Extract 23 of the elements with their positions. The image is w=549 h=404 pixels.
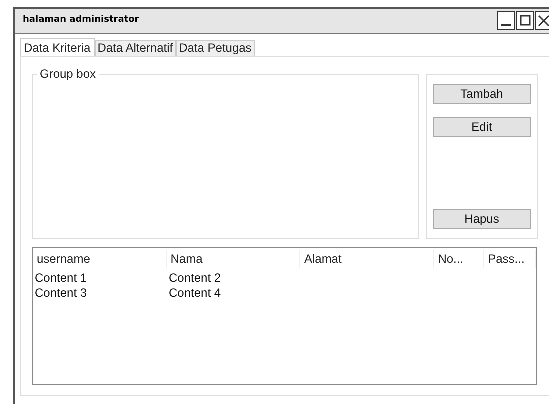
table-cell-text: Content 4 bbox=[168, 284, 222, 302]
table-cell-text: Content 1 bbox=[34, 270, 88, 286]
column-header[interactable]: Nama bbox=[166, 250, 300, 268]
column-header[interactable]: Alamat bbox=[300, 250, 434, 268]
column-header[interactable]: username bbox=[33, 250, 167, 268]
tab[interactable]: Data Kriteria bbox=[20, 38, 95, 56]
action-button[interactable]: Tambah bbox=[433, 84, 531, 104]
minimize-button[interactable] bbox=[497, 11, 515, 30]
tab[interactable]: Data Petugas bbox=[176, 40, 255, 56]
table-cell-text: Content 2 bbox=[168, 270, 222, 286]
group-box-title: Group box bbox=[37, 67, 100, 81]
action-button[interactable]: Edit bbox=[433, 117, 531, 137]
maximize-icon bbox=[520, 15, 530, 26]
tab[interactable]: Data Alternatif bbox=[94, 40, 176, 56]
close-button[interactable] bbox=[535, 11, 549, 30]
window-title: halaman administrator bbox=[23, 14, 140, 28]
maximize-button[interactable] bbox=[516, 11, 534, 30]
column-header[interactable]: Pass... bbox=[484, 250, 536, 268]
column-header[interactable]: No... bbox=[434, 250, 484, 268]
minimize-icon bbox=[501, 24, 511, 26]
action-button[interactable]: Hapus bbox=[433, 209, 531, 229]
close-icon bbox=[538, 14, 549, 26]
table-cell-text: Content 3 bbox=[34, 284, 88, 302]
